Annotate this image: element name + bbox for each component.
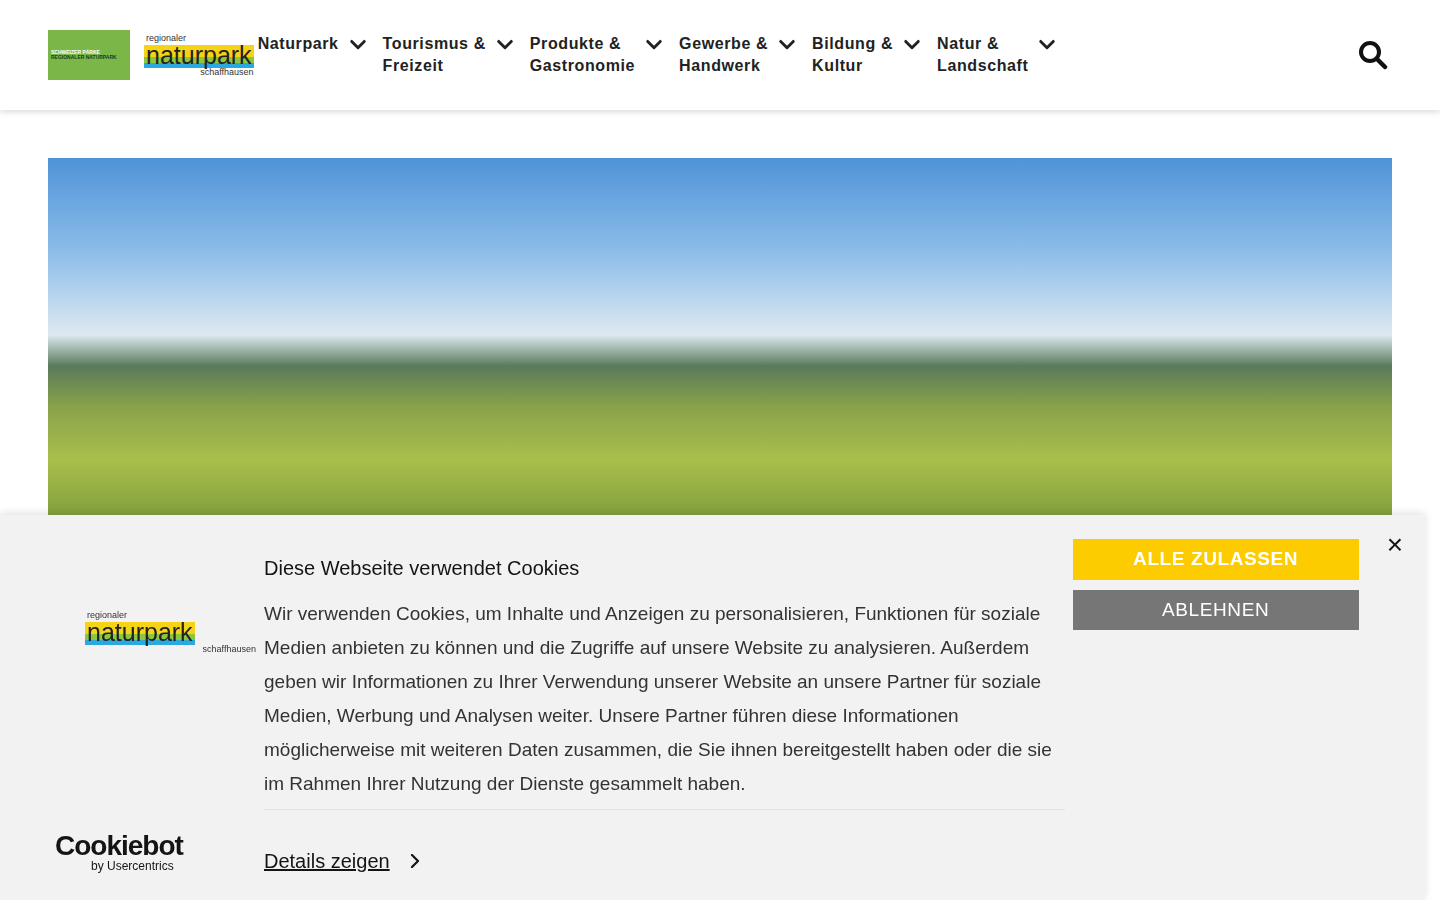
cookie-content: Diese Webseite verwendet Cookies Wir verw… (256, 515, 1073, 900)
cookie-text: Wir verwenden Cookies, um Inhalte und An… (264, 597, 1065, 810)
naturpark-logo[interactable]: regionalernaturparkschaffhausen (144, 34, 254, 77)
nav-item-label: Tourismus & (383, 33, 486, 55)
nav-item-label: Naturpark (258, 33, 339, 55)
chevron-down-icon (903, 36, 921, 54)
chevron-down-icon (778, 36, 796, 54)
details-link[interactable]: Details zeigen (264, 846, 422, 876)
nav-item-label: Gewerbe & (679, 33, 768, 55)
parks-logo[interactable]: SCHWEIZER PÄRKEREGIONALER NATURPARK (48, 30, 130, 80)
details-label: Details zeigen (264, 846, 390, 876)
chevron-down-icon (645, 36, 663, 54)
cookie-banner: regionalernaturparkschaffhausen Cookiebot… (0, 515, 1425, 900)
site-header: SCHWEIZER PÄRKEREGIONALER NATURPARK regio… (0, 0, 1440, 110)
cookie-title: Diese Webseite verwendet Cookies (264, 553, 1065, 583)
nav-item-label: Landschaft (937, 55, 1028, 77)
logo-name: naturpark (85, 618, 195, 646)
nav-item[interactable]: Naturpark (258, 33, 375, 55)
search-button[interactable] (1358, 40, 1388, 70)
logo-name: naturpark (144, 41, 254, 69)
naturpark-logo[interactable]: regionalernaturparkschaffhausen (85, 611, 256, 654)
cookiebot-logo[interactable]: Cookiebotby Usercentrics (55, 832, 256, 896)
nav-item[interactable]: Tourismus &Freizeit (383, 33, 522, 77)
cookiebot-by: by Usercentrics (55, 860, 256, 872)
nav-item-label: Gastronomie (530, 55, 635, 77)
cookie-actions: ALLE ZULASSEN ABLEHNEN (1073, 515, 1359, 900)
cookiebot-name: Cookiebot (55, 832, 256, 860)
main-nav: NaturparkTourismus &FreizeitProdukte &Ga… (258, 33, 1065, 77)
chevron-down-icon (496, 36, 514, 54)
nav-item[interactable]: Bildung &Kultur (812, 33, 929, 77)
nav-item-label: Produkte & (530, 33, 635, 55)
nav-item[interactable]: Natur &Landschaft (937, 33, 1064, 77)
nav-item-label: Handwerk (679, 55, 768, 77)
accept-all-button[interactable]: ALLE ZULASSEN (1073, 539, 1359, 580)
chevron-down-icon (349, 36, 367, 54)
chevron-down-icon (1038, 36, 1056, 54)
search-icon (1358, 40, 1388, 70)
parks-logo-bottom: REGIONALER NATURPARK (51, 55, 127, 61)
nav-item[interactable]: Produkte &Gastronomie (530, 33, 671, 77)
logos: SCHWEIZER PÄRKEREGIONALER NATURPARK regio… (48, 30, 254, 80)
decline-button[interactable]: ABLEHNEN (1073, 590, 1359, 631)
chevron-right-icon (408, 854, 422, 868)
nav-item-label: Bildung & (812, 33, 893, 55)
nav-item-label: Natur & (937, 33, 1028, 55)
close-button[interactable]: × (1359, 531, 1425, 559)
logo-region: schaffhausen (144, 68, 254, 77)
nav-item[interactable]: Gewerbe &Handwerk (679, 33, 804, 77)
logo-region: schaffhausen (85, 645, 256, 654)
cookie-logos: regionalernaturparkschaffhausen Cookiebot… (0, 515, 256, 900)
nav-item-label: Kultur (812, 55, 893, 77)
nav-item-label: Freizeit (383, 55, 486, 77)
